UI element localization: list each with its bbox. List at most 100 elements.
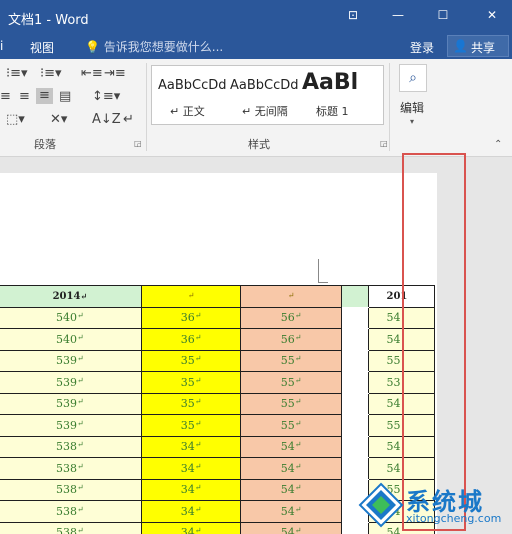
- table-cell[interactable]: [340, 414, 369, 437]
- table-cell[interactable]: 55↵: [240, 392, 342, 415]
- table-cell[interactable]: 55↵: [240, 414, 342, 437]
- table-cell[interactable]: 538↵: [0, 521, 142, 534]
- group-divider: [146, 63, 147, 151]
- paragraph-launcher-icon[interactable]: ◲: [134, 139, 142, 148]
- table-cell[interactable]: 34↵: [140, 435, 242, 458]
- numbering-icon[interactable]: ⁝≡▾: [6, 67, 28, 81]
- table-cell[interactable]: 36↵: [140, 306, 242, 329]
- style-preview: AaBl: [302, 70, 359, 95]
- table-cell[interactable]: 54↵: [240, 521, 342, 534]
- header-cell[interactable]: [340, 285, 369, 308]
- table-cell[interactable]: 54↵: [240, 435, 342, 458]
- style-name: 标题 1: [316, 105, 349, 118]
- header-cell-year[interactable]: 2014↵: [0, 285, 142, 308]
- align-center-icon[interactable]: ≡: [0, 90, 11, 104]
- collapse-ribbon-icon[interactable]: ⌃: [494, 139, 502, 150]
- maximize-icon[interactable]: ☐: [433, 8, 453, 22]
- table-cell[interactable]: 538↵: [0, 435, 142, 458]
- table-cell[interactable]: 539↵: [0, 349, 142, 372]
- table-cell[interactable]: 36↵: [140, 328, 242, 351]
- styles-launcher-icon[interactable]: ◲: [380, 139, 388, 148]
- table-cell[interactable]: 34↵: [140, 478, 242, 501]
- ribbon: ⁝≡▾ ⁝≡▾ ⇤≡ ⇥≡ ≡ ≡ ≡ ▤ ↕≡▾ ⬚▾ ✕▾ A↓Z ↵ 段落…: [0, 59, 512, 157]
- table-cell[interactable]: [340, 349, 369, 372]
- minimize-icon[interactable]: —: [388, 8, 408, 22]
- title-bar: 文档1 - Word ⊡ — ☐ ✕: [0, 0, 512, 34]
- watermark: 系统城 xitongcheng.com: [356, 478, 512, 534]
- table-cell[interactable]: 35↵: [140, 371, 242, 394]
- margin-mark: [318, 282, 328, 283]
- table-row: 540↵ 36↵ 56↵ 54: [0, 306, 435, 329]
- table-row: 539↵ 35↵ 55↵ 54: [0, 392, 435, 415]
- table-cell[interactable]: [340, 306, 369, 329]
- lightbulb-icon: 💡: [85, 40, 100, 54]
- highlight-box: [402, 153, 466, 531]
- style-heading-1[interactable]: AaBl 标题 1: [298, 66, 368, 124]
- paragraph-group-label: 段落: [34, 138, 56, 151]
- table-cell[interactable]: 54↵: [240, 478, 342, 501]
- table-cell[interactable]: 538↵: [0, 457, 142, 480]
- table-cell[interactable]: 539↵: [0, 392, 142, 415]
- table-cell[interactable]: 538↵: [0, 478, 142, 501]
- table-cell[interactable]: 55↵: [240, 349, 342, 372]
- table-cell[interactable]: 34↵: [140, 521, 242, 534]
- table-row: 538↵34↵54↵54: [0, 457, 435, 480]
- menu-bar: i 视图 💡 告诉我您想要做什么... 登录 👤 共享: [0, 34, 512, 59]
- table-cell[interactable]: 35↵: [140, 349, 242, 372]
- table-row: 538↵34↵54↵54: [0, 435, 435, 458]
- table-cell[interactable]: 539↵: [0, 371, 142, 394]
- table-cell[interactable]: 34↵: [140, 457, 242, 480]
- styles-gallery: AaBbCcDd ↵ 正文 AaBbCcDd ↵ 无间隔 AaBl 标题 1 ▲…: [151, 65, 384, 125]
- editing-button[interactable]: ⌕ 编辑 ▾: [397, 64, 430, 134]
- align-right-icon[interactable]: ≡: [19, 90, 30, 104]
- group-divider: [389, 63, 390, 151]
- share-label: 共享: [471, 41, 496, 55]
- styles-group-label: 样式: [248, 138, 270, 151]
- table-cell[interactable]: [340, 435, 369, 458]
- header-cell[interactable]: ↵: [240, 285, 342, 308]
- ribbon-display-options-icon[interactable]: ⊡: [343, 8, 363, 22]
- header-cell[interactable]: ↵: [140, 285, 242, 308]
- share-button[interactable]: 👤 共享: [447, 35, 509, 57]
- table-cell[interactable]: 54↵: [240, 457, 342, 480]
- multilevel-list-icon[interactable]: ⁝≡▾: [40, 67, 62, 81]
- chevron-down-icon: ▾: [410, 117, 415, 126]
- table-cell[interactable]: 540↵: [0, 328, 142, 351]
- table-cell[interactable]: 35↵: [140, 392, 242, 415]
- table-row: 540↵ 36↵ 56↵ 54: [0, 328, 435, 351]
- increase-indent-icon[interactable]: ⇥≡: [104, 67, 126, 81]
- style-name: ↵ 无间隔: [242, 105, 288, 118]
- table-cell[interactable]: 540↵: [0, 306, 142, 329]
- table-cell[interactable]: 34↵: [140, 500, 242, 523]
- table-cell[interactable]: [340, 371, 369, 394]
- table-cell[interactable]: [340, 457, 369, 480]
- table-cell[interactable]: 54↵: [240, 500, 342, 523]
- prev-tab-edge[interactable]: i: [0, 39, 3, 53]
- table-cell[interactable]: 35↵: [140, 414, 242, 437]
- close-icon[interactable]: ✕: [482, 8, 502, 22]
- tab-view[interactable]: 视图: [30, 39, 54, 56]
- table-cell[interactable]: 56↵: [240, 306, 342, 329]
- borders-icon[interactable]: ✕▾: [50, 113, 67, 127]
- table-row: 539↵ 35↵ 55↵ 55: [0, 349, 435, 372]
- table-cell[interactable]: 56↵: [240, 328, 342, 351]
- show-marks-icon[interactable]: ↵: [123, 113, 134, 127]
- justify-icon[interactable]: ≡: [36, 88, 53, 104]
- table-cell[interactable]: [340, 328, 369, 351]
- sort-icon[interactable]: A↓Z: [92, 113, 121, 127]
- style-no-spacing[interactable]: AaBbCcDd ↵ 无间隔: [224, 66, 299, 124]
- watermark-logo-icon: [358, 482, 404, 528]
- table-cell[interactable]: [340, 392, 369, 415]
- table-cell[interactable]: 55↵: [240, 371, 342, 394]
- table-cell[interactable]: 538↵: [0, 500, 142, 523]
- login-button[interactable]: 登录: [410, 39, 434, 56]
- tell-me-box[interactable]: 💡 告诉我您想要做什么...: [85, 38, 223, 55]
- shading-icon[interactable]: ⬚▾: [6, 113, 25, 127]
- distributed-icon[interactable]: ▤: [59, 90, 71, 104]
- style-preview: AaBbCcDd: [230, 78, 299, 93]
- line-spacing-icon[interactable]: ↕≡▾: [92, 90, 120, 104]
- style-normal[interactable]: AaBbCcDd ↵ 正文: [152, 66, 227, 124]
- table-header-row: 2014↵ ↵ ↵ 201: [0, 285, 435, 308]
- table-cell[interactable]: 539↵: [0, 414, 142, 437]
- decrease-indent-icon[interactable]: ⇤≡: [81, 67, 103, 81]
